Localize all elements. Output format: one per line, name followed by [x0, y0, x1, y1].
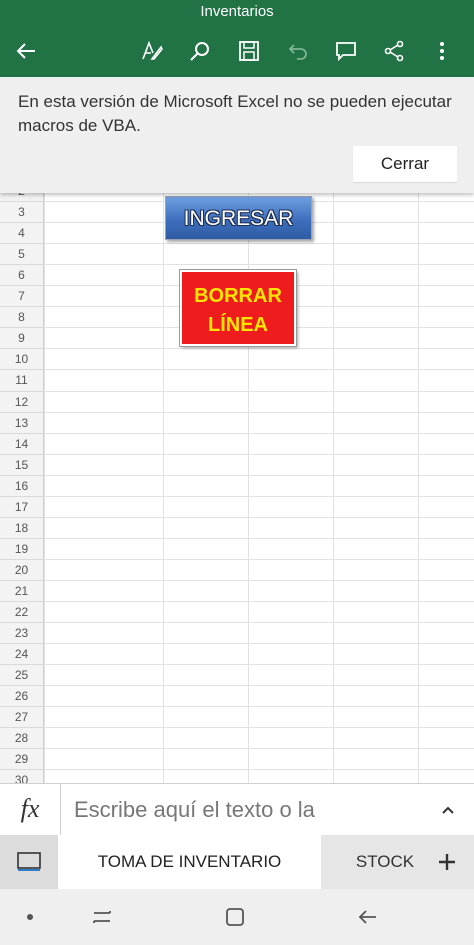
comment-icon[interactable]	[324, 24, 368, 77]
row-gridline	[44, 622, 474, 624]
borrar-linea-button[interactable]: BORRAR LÍNEA	[179, 269, 297, 347]
row-header[interactable]: 17	[0, 496, 44, 518]
row-gridline	[44, 474, 474, 476]
column-gridline	[333, 193, 334, 783]
undo-icon[interactable]	[276, 24, 320, 77]
row-header[interactable]: 10	[0, 349, 44, 371]
row-header[interactable]: 27	[0, 707, 44, 729]
row-header[interactable]: 11	[0, 370, 44, 392]
row-gridline	[44, 643, 474, 645]
row-header[interactable]: 19	[0, 538, 44, 560]
row-header[interactable]: 18	[0, 517, 44, 539]
row-header[interactable]: 6	[0, 265, 44, 287]
chevron-up-icon[interactable]	[430, 798, 466, 822]
borrar-label-line1: BORRAR	[194, 285, 282, 307]
fx-icon[interactable]: fx	[0, 784, 61, 836]
row-header[interactable]: 21	[0, 580, 44, 602]
banner-message: En esta versión de Microsoft Excel no se…	[18, 92, 452, 135]
row-gridline	[44, 558, 474, 560]
column-gridline	[44, 193, 45, 783]
row-header[interactable]: 23	[0, 623, 44, 645]
row-gridline	[44, 348, 474, 350]
row-gridline	[44, 601, 474, 602]
row-header[interactable]: 9	[0, 328, 44, 350]
back-arrow-icon[interactable]	[4, 24, 48, 77]
row-gridline	[44, 369, 474, 371]
edit-icon[interactable]	[130, 24, 174, 77]
back-icon[interactable]	[338, 889, 398, 945]
row-gridline	[44, 664, 474, 666]
row-gridline	[44, 453, 474, 455]
share-icon[interactable]	[372, 24, 416, 77]
tab-stock[interactable]: STOCK	[340, 835, 430, 889]
row-gridline	[44, 390, 474, 392]
row-header[interactable]: 26	[0, 686, 44, 708]
row-gridline	[44, 706, 474, 708]
column-gridline	[418, 193, 419, 783]
row-gridline	[44, 769, 474, 771]
ingresar-button[interactable]: INGRESAR	[165, 196, 312, 240]
close-banner-button[interactable]: Cerrar	[353, 146, 457, 182]
row-gridline	[44, 495, 474, 497]
add-sheet-icon[interactable]	[430, 835, 464, 889]
system-nav-bar	[0, 889, 474, 945]
row-header[interactable]: 29	[0, 749, 44, 771]
more-icon[interactable]	[420, 24, 464, 77]
formula-bar: fx	[0, 783, 474, 836]
row-header[interactable]: 16	[0, 475, 44, 497]
row-header[interactable]: 25	[0, 665, 44, 687]
sheet-tab-bar: TOMA DE INVENTARIO STOCK	[0, 835, 474, 889]
window-title: Inventarios	[0, 0, 474, 24]
row-header[interactable]: 14	[0, 433, 44, 455]
row-gridline	[44, 685, 474, 687]
row-gridline	[44, 264, 474, 266]
formula-input[interactable]	[74, 796, 404, 824]
row-header[interactable]: 24	[0, 644, 44, 666]
row-header[interactable]: 30	[0, 770, 44, 783]
row-gridline	[44, 537, 474, 539]
save-icon[interactable]	[227, 24, 271, 77]
row-header[interactable]: 7	[0, 286, 44, 308]
row-header[interactable]: 3	[0, 202, 44, 224]
row-gridline	[44, 727, 474, 729]
row-header[interactable]: 5	[0, 244, 44, 266]
row-header[interactable]: 4	[0, 223, 44, 245]
row-gridline	[44, 411, 474, 413]
row-gridline	[44, 516, 474, 518]
borrar-label-line2: LÍNEA	[208, 314, 268, 336]
row-header[interactable]: 8	[0, 307, 44, 329]
nav-dot-icon[interactable]	[0, 889, 60, 945]
tab-toma-de-inventario[interactable]: TOMA DE INVENTARIO	[58, 835, 321, 889]
home-icon[interactable]	[205, 889, 265, 945]
row-gridline	[44, 243, 474, 245]
search-icon[interactable]	[178, 24, 222, 77]
sheets-icon[interactable]	[0, 835, 58, 889]
toolbar	[0, 24, 474, 77]
row-header[interactable]: 20	[0, 559, 44, 581]
row-header[interactable]: 15	[0, 454, 44, 476]
row-header[interactable]: 13	[0, 412, 44, 434]
row-gridline	[44, 748, 474, 750]
recents-icon[interactable]	[72, 889, 132, 945]
row-header[interactable]: 22	[0, 602, 44, 624]
row-header[interactable]: 28	[0, 728, 44, 750]
row-header[interactable]: 12	[0, 391, 44, 413]
row-gridline	[44, 579, 474, 581]
row-gridline	[44, 432, 474, 434]
column-gridline	[163, 193, 164, 783]
